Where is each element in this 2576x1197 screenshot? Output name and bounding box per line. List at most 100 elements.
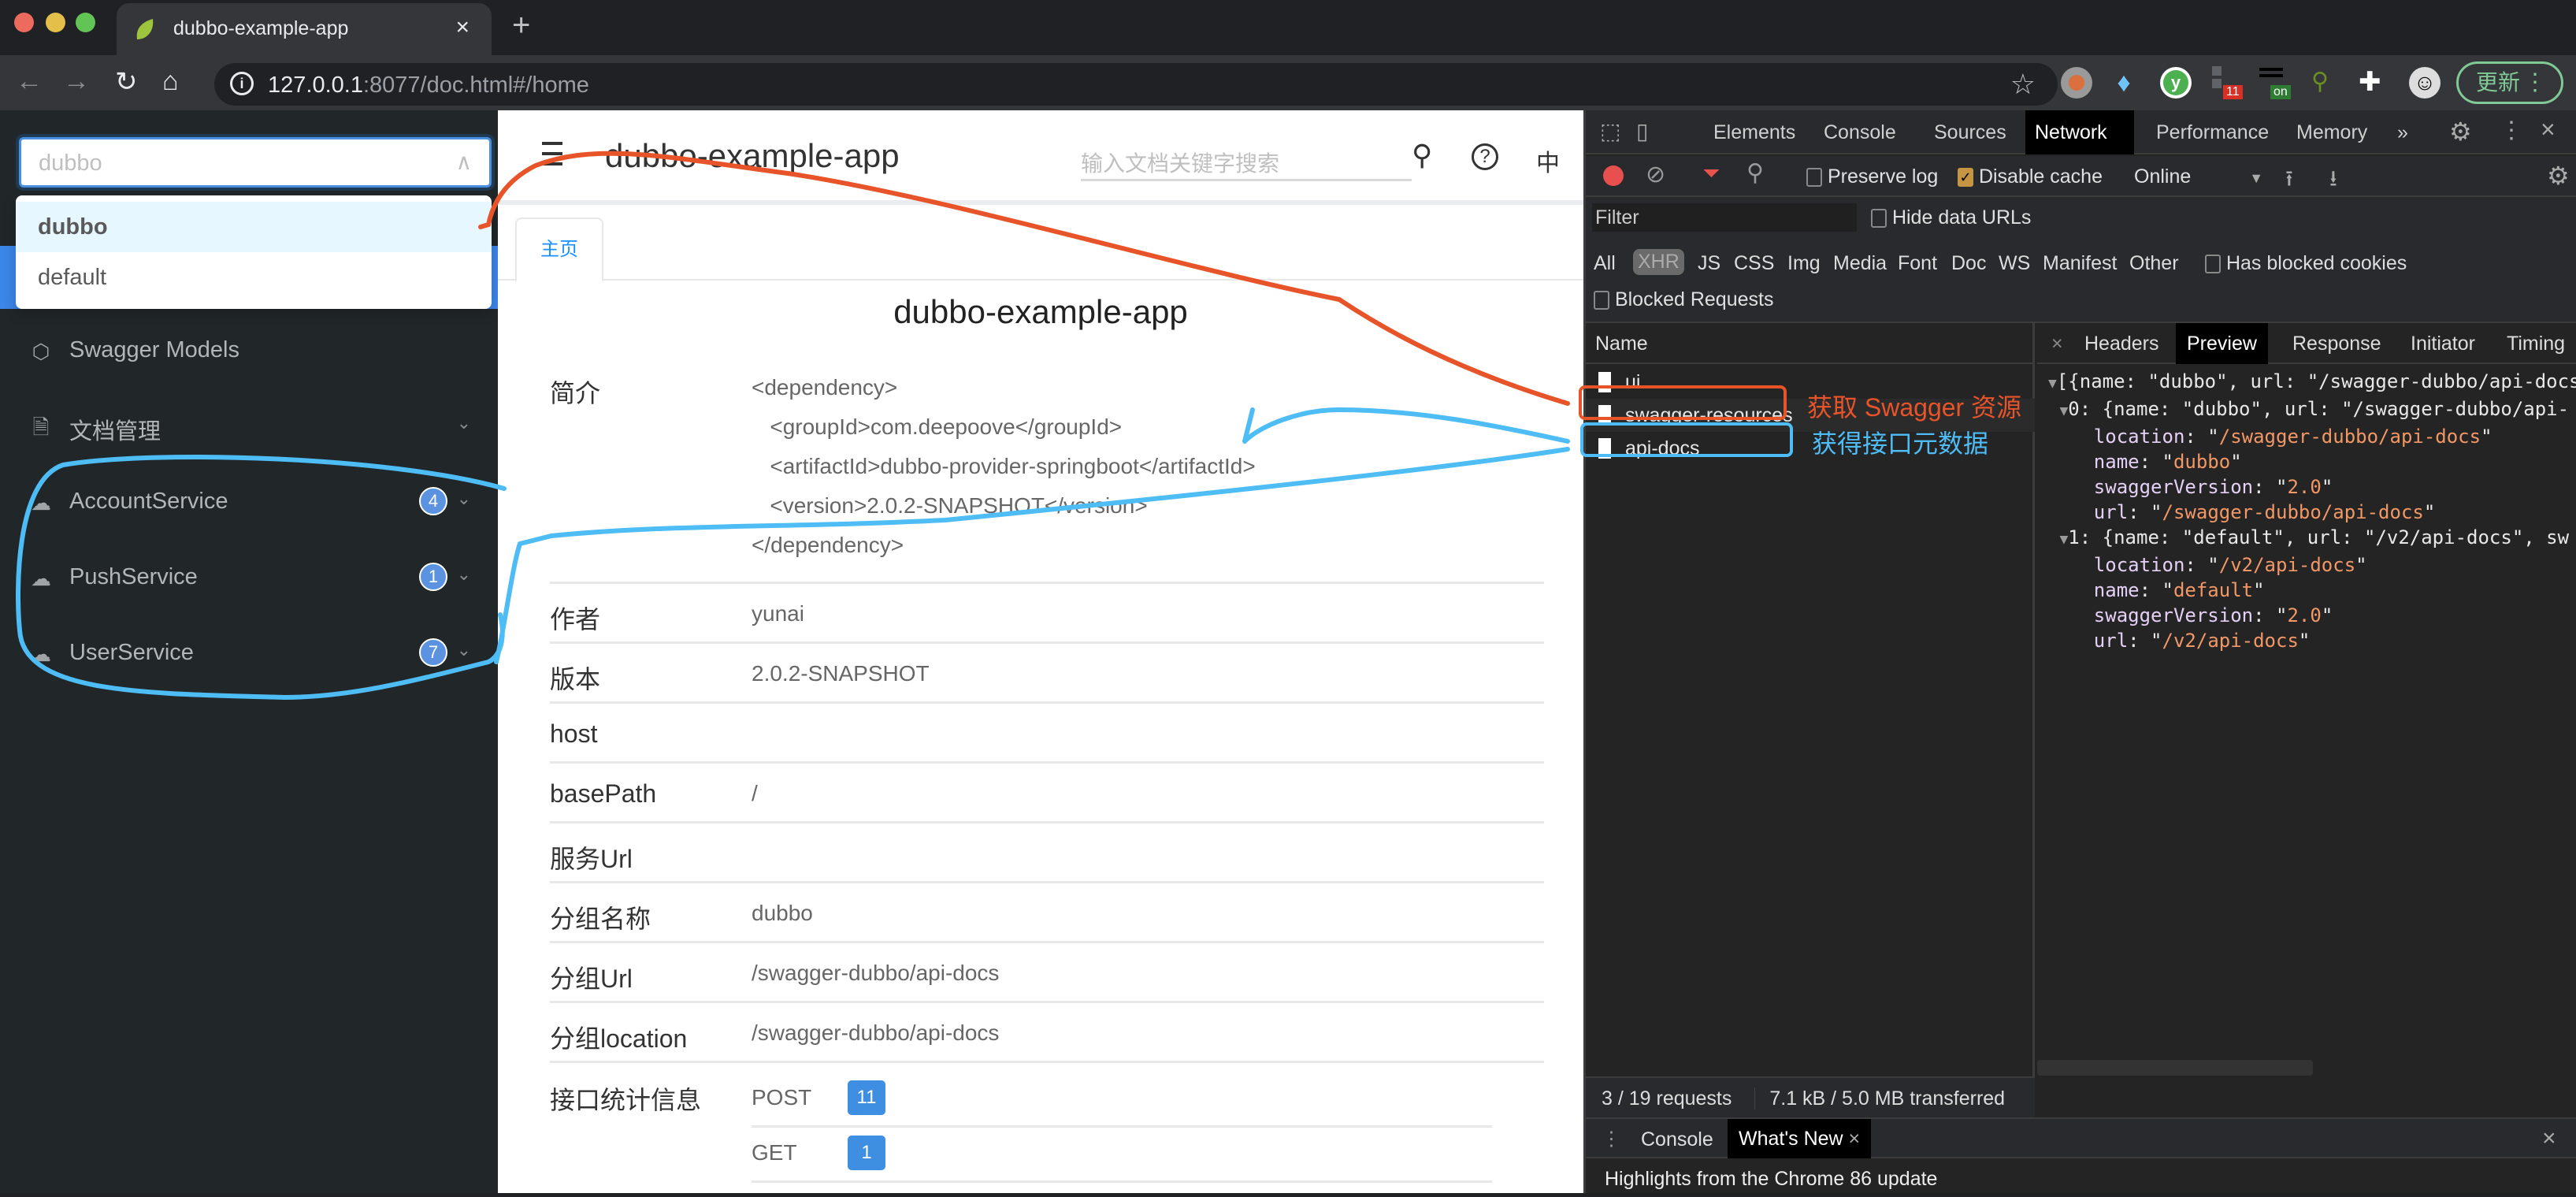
close-detail-icon[interactable]: ×	[2040, 323, 2074, 364]
site-info-icon[interactable]: i	[230, 72, 254, 95]
import-har-icon[interactable]: ⭱	[2285, 162, 2293, 200]
back-icon[interactable]: ←	[16, 66, 43, 97]
drawer-menu-icon[interactable]: ⋮	[1602, 1127, 1621, 1151]
type-filter-img[interactable]: Img	[1787, 252, 1821, 275]
extension-record-icon[interactable]	[2061, 67, 2092, 99]
detail-tab-initiator[interactable]: Initiator	[2400, 323, 2486, 364]
devtools-tab-sources[interactable]: Sources	[1925, 110, 2016, 154]
export-har-icon[interactable]: ⭳	[2329, 162, 2337, 200]
close-tab-icon[interactable]: ×	[455, 14, 470, 41]
bookmark-star-icon[interactable]: ☆	[2010, 68, 2036, 101]
tab-home[interactable]: 主页	[515, 217, 603, 282]
group-select[interactable]: dubbo ∧	[19, 137, 492, 188]
annotation-label-swagger-resources: 获取 Swagger 资源	[1807, 393, 2022, 422]
close-devtools-icon[interactable]: ×	[2541, 115, 2556, 144]
sidebar-item-doc-management[interactable]: 🗎 文档管理 ⌄	[0, 396, 498, 459]
horizontal-scrollbar[interactable]	[2037, 1060, 2313, 1076]
detail-tab-headers[interactable]: Headers	[2073, 323, 2170, 364]
device-toolbar-icon[interactable]: ▯	[1636, 118, 1648, 144]
filter-funnel-icon[interactable]: ⏷	[1702, 161, 1720, 187]
inspect-element-icon[interactable]: ⬚	[1600, 118, 1620, 144]
minimize-window-button[interactable]	[46, 13, 65, 32]
extension-list-icon[interactable]: on	[2259, 66, 2291, 101]
devtools-tab-console[interactable]: Console	[1814, 110, 1906, 154]
type-filter-font[interactable]: Font	[1898, 252, 1937, 275]
type-filter-js[interactable]: JS	[1698, 252, 1720, 275]
maximize-window-button[interactable]	[76, 13, 95, 32]
update-button[interactable]: 更新 ⋮	[2456, 61, 2563, 104]
hide-data-urls-checkbox[interactable]: Hide data URLs	[1871, 206, 2031, 229]
devtools-tab-elements[interactable]: Elements	[1704, 110, 1805, 154]
type-filter-css[interactable]: CSS	[1734, 252, 1774, 275]
type-filter-manifest[interactable]: Manifest	[2043, 252, 2117, 275]
menu-fold-icon[interactable]	[536, 142, 562, 169]
filter-input[interactable]: Filter	[1592, 203, 1857, 232]
type-filter-xhr[interactable]: XHR	[1633, 249, 1684, 275]
extensions-puzzle-icon[interactable]: ✚	[2359, 66, 2381, 98]
reload-icon[interactable]: ↻	[115, 66, 138, 98]
group-option-dubbo[interactable]: dubbo	[16, 202, 492, 252]
name-column-header[interactable]: Name	[1586, 323, 2032, 364]
settings-gear-icon[interactable]: ⚙	[2449, 117, 2472, 147]
search-icon[interactable]: ⚲	[1746, 159, 1764, 187]
count-badge: 4	[419, 487, 447, 515]
api-cloud-icon: ☁	[31, 491, 51, 515]
browser-toolbar: ← → ↻ ⌂ i 127.0.0.1:8077/doc.html#/home …	[0, 55, 2576, 110]
close-drawer-icon[interactable]: ×	[2542, 1125, 2556, 1152]
type-filter-other[interactable]: Other	[2129, 252, 2179, 275]
extension-diamond-icon[interactable]: ♦	[2108, 67, 2140, 99]
browser-tab[interactable]: dubbo-example-app ×	[117, 3, 492, 57]
preserve-log-checkbox[interactable]: Preserve log	[1806, 165, 1938, 188]
detail-tab-preview[interactable]: Preview	[2176, 323, 2268, 364]
doc-search-input[interactable]: 输入文档关键字搜索	[1081, 143, 1412, 181]
language-toggle[interactable]: 中	[1536, 143, 1560, 178]
record-icon[interactable]	[1603, 165, 1624, 186]
api-cloud-icon: ☁	[31, 567, 51, 590]
forward-icon[interactable]: →	[63, 66, 90, 97]
app-title: dubbo-example-app	[605, 137, 900, 174]
sidebar-item-push-service[interactable]: ☁ PushService 1 ⌄	[0, 547, 498, 610]
network-toolbar: ⊘ ⏷ ⚲ Preserve log ✓ Disable cache Onlin…	[1586, 156, 2576, 197]
drawer-tab-whats-new[interactable]: What's New ×	[1728, 1119, 1872, 1158]
group-option-default[interactable]: default	[16, 252, 492, 303]
new-tab-button[interactable]: +	[512, 8, 530, 43]
devtools-tab-performance[interactable]: Performance	[2147, 110, 2278, 154]
url-text: 127.0.0.1:8077/doc.html#/home	[268, 72, 589, 98]
drawer-tab-console[interactable]: Console	[1641, 1128, 1713, 1151]
extension-magnifier-icon[interactable]: ⚲	[2311, 68, 2329, 95]
address-bar[interactable]: i 127.0.0.1:8077/doc.html#/home ☆	[214, 63, 2058, 106]
stat-row: GET 1	[752, 1128, 1492, 1183]
expand-triangle-icon: ▼	[2048, 375, 2057, 392]
search-icon[interactable]: ⚲	[1412, 139, 1432, 172]
type-filter-media[interactable]: Media	[1833, 252, 1887, 275]
extension-y-icon[interactable]: y	[2160, 67, 2192, 99]
spring-leaf-icon	[136, 19, 154, 39]
detail-tab-response[interactable]: Response	[2281, 323, 2392, 364]
sidebar-item-account-service[interactable]: ☁ AccountService 4 ⌄	[0, 471, 498, 534]
dependency-line: <dependency>	[752, 375, 898, 400]
has-blocked-cookies-checkbox[interactable]: Has blocked cookies	[2205, 252, 2407, 275]
clear-icon[interactable]: ⊘	[1646, 161, 1665, 188]
type-filter-doc[interactable]: Doc	[1951, 252, 1986, 275]
help-icon[interactable]: ?	[1472, 143, 1498, 170]
network-settings-icon[interactable]: ⚙	[2547, 161, 2570, 191]
disable-cache-checkbox[interactable]: ✓ Disable cache	[1958, 165, 2103, 188]
throttle-select[interactable]: Online ▼	[2134, 165, 2263, 188]
detail-tab-timing[interactable]: Timing	[2496, 323, 2576, 364]
devtools-tab-network[interactable]: Network	[2025, 110, 2134, 154]
sidebar-item-swagger-models[interactable]: ⬡ Swagger Models	[0, 320, 498, 383]
extension-blocks-icon[interactable]: 11	[2212, 66, 2244, 101]
more-tabs-icon[interactable]: »	[2388, 110, 2418, 154]
type-filter-ws[interactable]: WS	[1999, 252, 2030, 275]
whats-new-heading: Highlights from the Chrome 86 update	[1605, 1168, 1938, 1190]
home-icon[interactable]: ⌂	[162, 66, 179, 97]
devtools-tab-memory[interactable]: Memory	[2287, 110, 2377, 154]
type-filter-all[interactable]: All	[1594, 252, 1616, 275]
profile-avatar[interactable]: ☺	[2409, 67, 2441, 99]
info-row-intro: 简介 <dependency> <groupId>com.deepoove</g…	[550, 375, 1256, 557]
dependency-line: <groupId>com.deepoove</groupId>	[752, 414, 1123, 439]
more-options-icon[interactable]: ⋮	[2500, 117, 2523, 144]
blocked-requests-checkbox[interactable]: Blocked Requests	[1594, 288, 1773, 311]
sidebar-item-user-service[interactable]: ☁ UserService 7 ⌄	[0, 623, 498, 686]
close-window-button[interactable]	[14, 13, 34, 32]
